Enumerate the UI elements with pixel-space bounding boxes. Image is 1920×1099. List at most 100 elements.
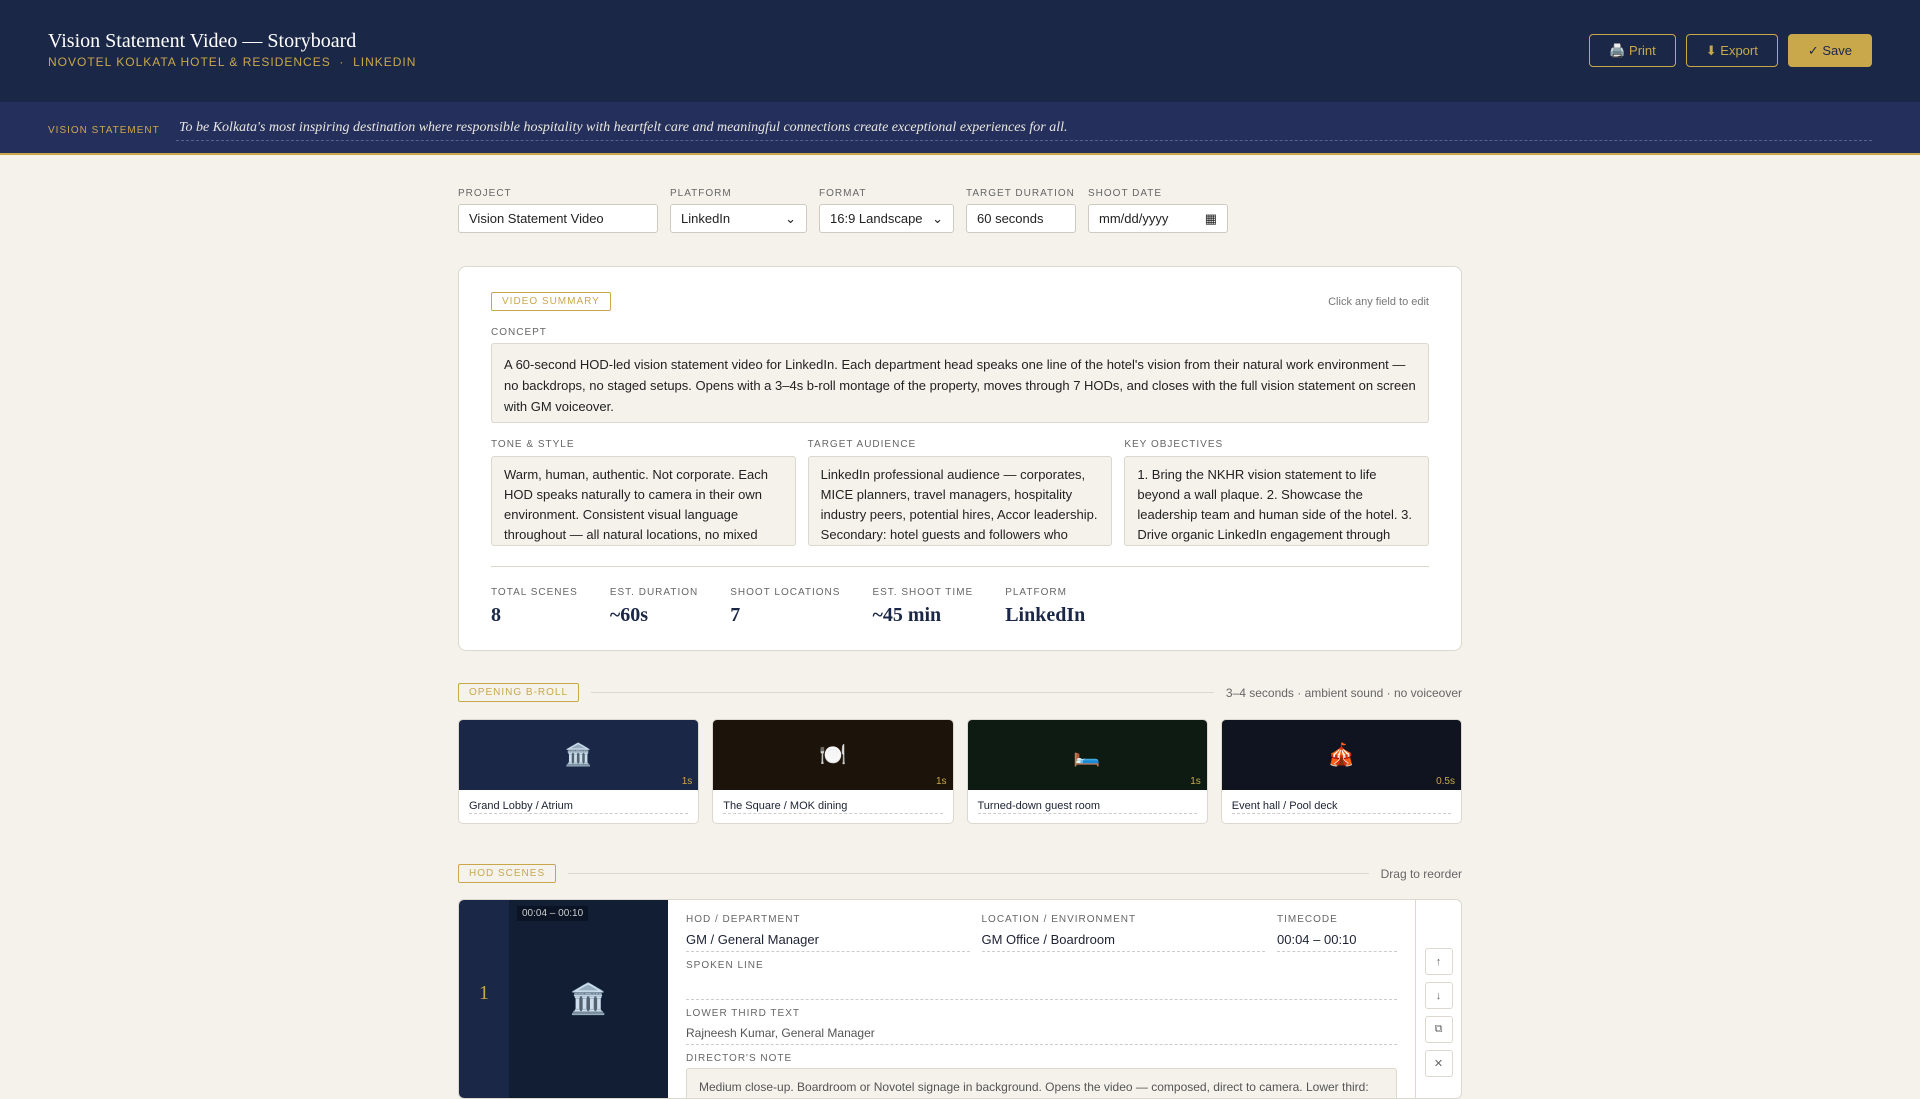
broll-name-field[interactable]: Event hall / Pool deck (1231, 800, 1451, 814)
vision-bar: VISION STATEMENT To be Kolkata's most in… (0, 102, 1920, 155)
concept-field[interactable]: A 60-second HOD-led vision statement vid… (491, 343, 1429, 423)
format-select[interactable]: 16:9 Landscape ⌄ (819, 204, 954, 233)
concept-label: CONCEPT (491, 327, 547, 338)
spoken-line-label: SPOKEN LINE (686, 960, 764, 971)
save-button[interactable]: ✓ Save (1787, 34, 1872, 67)
broll-card[interactable]: 🎪 0.5s Event hall / Pool deck (1220, 719, 1462, 824)
delete-button[interactable]: ✕ (1424, 1050, 1453, 1077)
tent-icon: 🎪 (1327, 742, 1356, 767)
building-icon: 🏛️ (564, 742, 593, 767)
scene-thumbnail: 00:04 – 00:10 🏛️ (509, 900, 668, 1098)
lower-third-field[interactable]: Rajneesh Kumar, General Manager (686, 1022, 1397, 1045)
broll-duration: 1s (935, 776, 947, 787)
broll-name-field[interactable]: The Square / MOK dining (723, 800, 943, 814)
dining-icon: 🍽️ (819, 742, 847, 767)
chevron-down-icon: ⌄ (785, 210, 796, 226)
broll-card[interactable]: 🛏️ 1s Turned-down guest room (966, 719, 1208, 824)
stat-total-scenes: TOTAL SCENES 8 (491, 587, 578, 627)
lower-third-label: LOWER THIRD TEXT (686, 1008, 800, 1019)
broll-section-header: OPENING B-ROLL 3–4 seconds · ambient soun… (458, 683, 1462, 702)
divider (591, 692, 1214, 693)
broll-card[interactable]: 🍽️ 1s The Square / MOK dining (712, 719, 954, 824)
dept-label: HOD / DEPARTMENT (686, 914, 801, 925)
audience-field[interactable]: LinkedIn professional audience — corpora… (807, 456, 1113, 546)
broll-duration: 1s (1190, 776, 1201, 787)
broll-thumbnail: 🛏️ 1s (967, 720, 1207, 790)
timecode-label: TIMECODE (1277, 914, 1338, 925)
spoken-line-field[interactable] (686, 974, 1397, 1000)
stat-value: ~45 min (872, 604, 942, 626)
stat-value: 7 (730, 604, 741, 626)
dept-field[interactable]: GM / General Manager (686, 928, 970, 952)
project-form: PROJECT Vision Statement Video PLATFORM Li… (458, 188, 1462, 233)
broll-note: 3–4 seconds · ambient sound · no voiceov… (1225, 685, 1462, 700)
stat-label: TOTAL SCENES (491, 587, 578, 598)
video-summary-tag: VIDEO SUMMARY (491, 292, 611, 311)
stat-label: PLATFORM (1005, 587, 1067, 598)
stat-label: SHOOT LOCATIONS (730, 587, 841, 598)
stat-platform: PLATFORM LinkedIn (1005, 587, 1085, 627)
stat-label: EST. SHOOT TIME (872, 587, 974, 598)
broll-duration: 0.5s (1436, 776, 1455, 787)
reorder-hint: Drag to reorder (1380, 866, 1462, 881)
platform-value: LinkedIn (681, 211, 731, 226)
date-value: mm/dd/yyyy (1099, 211, 1169, 226)
stat-shoot-time: EST. SHOOT TIME ~45 min (872, 587, 973, 627)
stat-label: EST. DURATION (609, 587, 699, 598)
platform-name: LINKEDIN (353, 55, 417, 69)
broll-name-field[interactable]: Turned-down guest room (977, 800, 1197, 814)
project-label: PROJECT (458, 188, 512, 199)
platform-label: PLATFORM (670, 188, 732, 199)
objectives-label: KEY OBJECTIVES (1124, 439, 1224, 450)
move-down-button[interactable]: ↓ (1424, 982, 1453, 1009)
scene-card[interactable]: 1 00:04 – 00:10 🏛️ HOD / DEPARTMENT GM / G… (458, 899, 1462, 1099)
stat-value: ~60s (609, 604, 649, 626)
scene-number[interactable]: 1 (459, 900, 509, 1098)
date-label: SHOOT DATE (1088, 188, 1163, 199)
broll-duration: 1s (681, 776, 693, 787)
broll-card[interactable]: 🏛️ 1s Grand Lobby / Atrium (458, 719, 700, 824)
broll-thumbnail: 🏛️ 1s (459, 720, 699, 790)
objectives-field[interactable]: 1. Bring the NKHR vision statement to li… (1124, 456, 1430, 546)
print-button[interactable]: 🖨️ Print (1589, 34, 1676, 67)
hod-tag: HOD SCENES (458, 864, 557, 883)
vision-text-field[interactable]: To be Kolkata's most inspiring destinati… (176, 116, 1872, 141)
stat-shoot-locations: SHOOT LOCATIONS 7 (730, 587, 840, 627)
platform-select[interactable]: LinkedIn ⌄ (670, 204, 807, 233)
broll-list: 🏛️ 1s Grand Lobby / Atrium 🍽️ 1s The Square /… (458, 719, 1462, 824)
stat-value: LinkedIn (1005, 604, 1086, 626)
location-label: LOCATION / ENVIRONMENT (981, 914, 1137, 925)
calendar-icon[interactable]: ▦ (1205, 211, 1217, 227)
location-field[interactable]: GM Office / Boardroom (981, 928, 1265, 952)
stat-est-duration: EST. DURATION ~60s (610, 587, 698, 627)
separator: · (339, 55, 345, 69)
duplicate-button[interactable]: ⧉ (1424, 1016, 1453, 1043)
divider (568, 873, 1369, 874)
page-title: Vision Statement Video — Storyboard (48, 30, 357, 52)
export-button[interactable]: ⬇ Export (1685, 34, 1778, 67)
edit-hint: Click any field to edit (1328, 296, 1429, 308)
tone-field[interactable]: Warm, human, authentic. Not corporate. E… (491, 456, 796, 546)
director-note-label: DIRECTOR'S NOTE (686, 1053, 793, 1064)
duration-input[interactable]: 60 seconds (966, 204, 1076, 233)
director-note-field[interactable]: Medium close-up. Boardroom or Novotel si… (686, 1068, 1397, 1098)
broll-name-field[interactable]: Grand Lobby / Atrium (469, 800, 689, 814)
tone-label: TONE & STYLE (491, 439, 575, 450)
video-summary-card: VIDEO SUMMARY Click any field to edit CO… (458, 266, 1462, 651)
broll-thumbnail: 🍽️ 1s (713, 720, 953, 790)
broll-thumbnail: 🎪 0.5s (1221, 720, 1461, 790)
duration-label: TARGET DURATION (966, 188, 1075, 199)
bed-icon: 🛏️ (1073, 742, 1101, 767)
app-header: Vision Statement Video — Storyboard NOVO… (0, 0, 1920, 102)
hotel-name: NOVOTEL KOLKATA HOTEL & RESIDENCES (48, 55, 331, 69)
project-input[interactable]: Vision Statement Video (458, 204, 658, 233)
chevron-down-icon: ⌄ (932, 210, 943, 226)
summary-stats: TOTAL SCENES 8 EST. DURATION ~60s SHOOT LO… (491, 566, 1429, 627)
timecode-field[interactable]: 00:04 – 00:10 (1277, 928, 1397, 952)
move-up-button[interactable]: ↑ (1424, 948, 1453, 975)
building-icon: 🏛️ (569, 982, 608, 1016)
audience-label: TARGET AUDIENCE (807, 439, 917, 450)
hod-section-header: HOD SCENES Drag to reorder (458, 864, 1462, 883)
format-label: FORMAT (819, 188, 867, 199)
shoot-date-input[interactable]: mm/dd/yyyy ▦ (1088, 204, 1228, 233)
